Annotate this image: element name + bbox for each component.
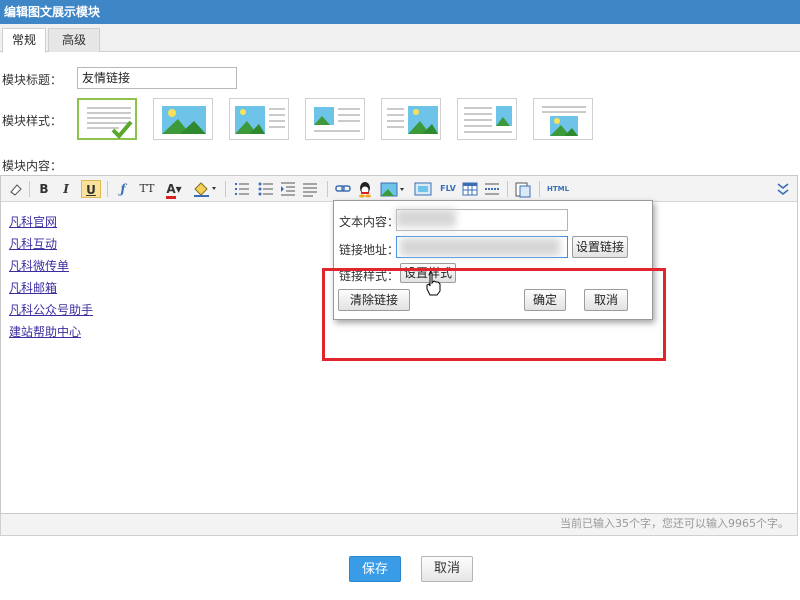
content-link[interactable]: 凡科邮箱 <box>9 279 57 296</box>
style-option-image-right-text[interactable] <box>381 98 441 140</box>
module-title-input[interactable]: 友情链接 <box>77 67 237 89</box>
text-image-right-icon <box>464 106 512 133</box>
cancel-button[interactable]: 取消 <box>421 556 473 582</box>
text-list-icon <box>87 107 133 139</box>
indent-icon[interactable] <box>279 180 297 198</box>
insert-table-icon[interactable] <box>461 180 479 198</box>
style-option-text-list[interactable] <box>77 98 137 140</box>
underline-button[interactable]: U <box>81 180 101 198</box>
collapse-toolbar-icon[interactable] <box>775 180 791 198</box>
toolbar-separator <box>507 181 508 197</box>
eraser-icon[interactable] <box>7 180 25 198</box>
tab-bar: 常规 高级 <box>0 24 800 53</box>
tab-advanced[interactable]: 高级 <box>48 28 100 52</box>
style-option-text-image-right[interactable] <box>457 98 517 140</box>
image-right-text-icon <box>387 106 438 134</box>
style-option-image-only[interactable] <box>153 98 213 140</box>
window-title: 编辑图文展示模块 <box>0 0 800 24</box>
insert-gallery-icon[interactable] <box>413 180 433 198</box>
content-link[interactable]: 建站帮助中心 <box>9 323 81 340</box>
link-text-label: 文本内容： <box>339 215 400 229</box>
toolbar-separator <box>107 181 108 197</box>
module-style-label: 模块样式： <box>2 114 63 128</box>
font-family-icon[interactable]: ƒ <box>113 180 133 198</box>
bold-button[interactable]: B <box>35 180 53 198</box>
toolbar-separator <box>225 181 226 197</box>
unordered-list-icon[interactable] <box>257 180 275 198</box>
toolbar-separator <box>539 181 540 197</box>
background-color-icon[interactable] <box>191 180 219 198</box>
insert-image-icon[interactable] <box>379 180 407 198</box>
module-title-label: 模块标题： <box>2 73 63 87</box>
font-size-button[interactable]: TT <box>137 180 157 198</box>
italic-button[interactable]: I <box>57 180 75 198</box>
image-left-text-icon <box>235 106 285 134</box>
toolbar-separator <box>327 181 328 197</box>
save-button[interactable]: 保存 <box>349 556 401 582</box>
content-link[interactable]: 凡科官网 <box>9 213 57 230</box>
content-link[interactable]: 凡科互动 <box>9 235 57 252</box>
html-source-button[interactable]: HTML <box>545 180 571 198</box>
link-icon[interactable] <box>334 180 352 198</box>
content-link[interactable]: 凡科微传单 <box>9 257 69 274</box>
style-option-text-image-bottom[interactable] <box>533 98 593 140</box>
character-counter: 当前已输入35个字，您还可以输入9965个字。 <box>0 514 798 536</box>
editor-toolbar: B I U ƒ TT A▾ FLV HTML <box>1 176 797 202</box>
align-icon[interactable] <box>301 180 319 198</box>
module-content-label: 模块内容： <box>2 159 63 173</box>
redacted-text <box>396 209 456 227</box>
tab-general[interactable]: 常规 <box>2 28 46 53</box>
font-color-button[interactable]: A▾ <box>161 180 187 199</box>
qq-icon[interactable] <box>356 180 374 198</box>
style-option-image-left-text[interactable] <box>229 98 289 140</box>
set-link-button[interactable]: 设置链接 <box>572 236 628 258</box>
content-link[interactable]: 凡科公众号助手 <box>9 301 93 318</box>
horizontal-rule-icon[interactable] <box>483 180 501 198</box>
highlight-annotation-box <box>322 268 666 361</box>
small-image-text-icon <box>314 107 360 132</box>
landscape-image-icon <box>162 106 206 134</box>
style-option-small-image-text[interactable] <box>305 98 365 140</box>
text-image-bottom-icon <box>542 106 586 136</box>
ordered-list-icon[interactable] <box>233 180 251 198</box>
paste-text-icon[interactable] <box>513 180 533 198</box>
link-url-label: 链接地址： <box>339 243 400 257</box>
redacted-url <box>400 238 560 256</box>
font-color-label: A <box>166 182 176 199</box>
insert-flash-button[interactable]: FLV <box>437 180 459 198</box>
toolbar-separator <box>29 181 30 197</box>
